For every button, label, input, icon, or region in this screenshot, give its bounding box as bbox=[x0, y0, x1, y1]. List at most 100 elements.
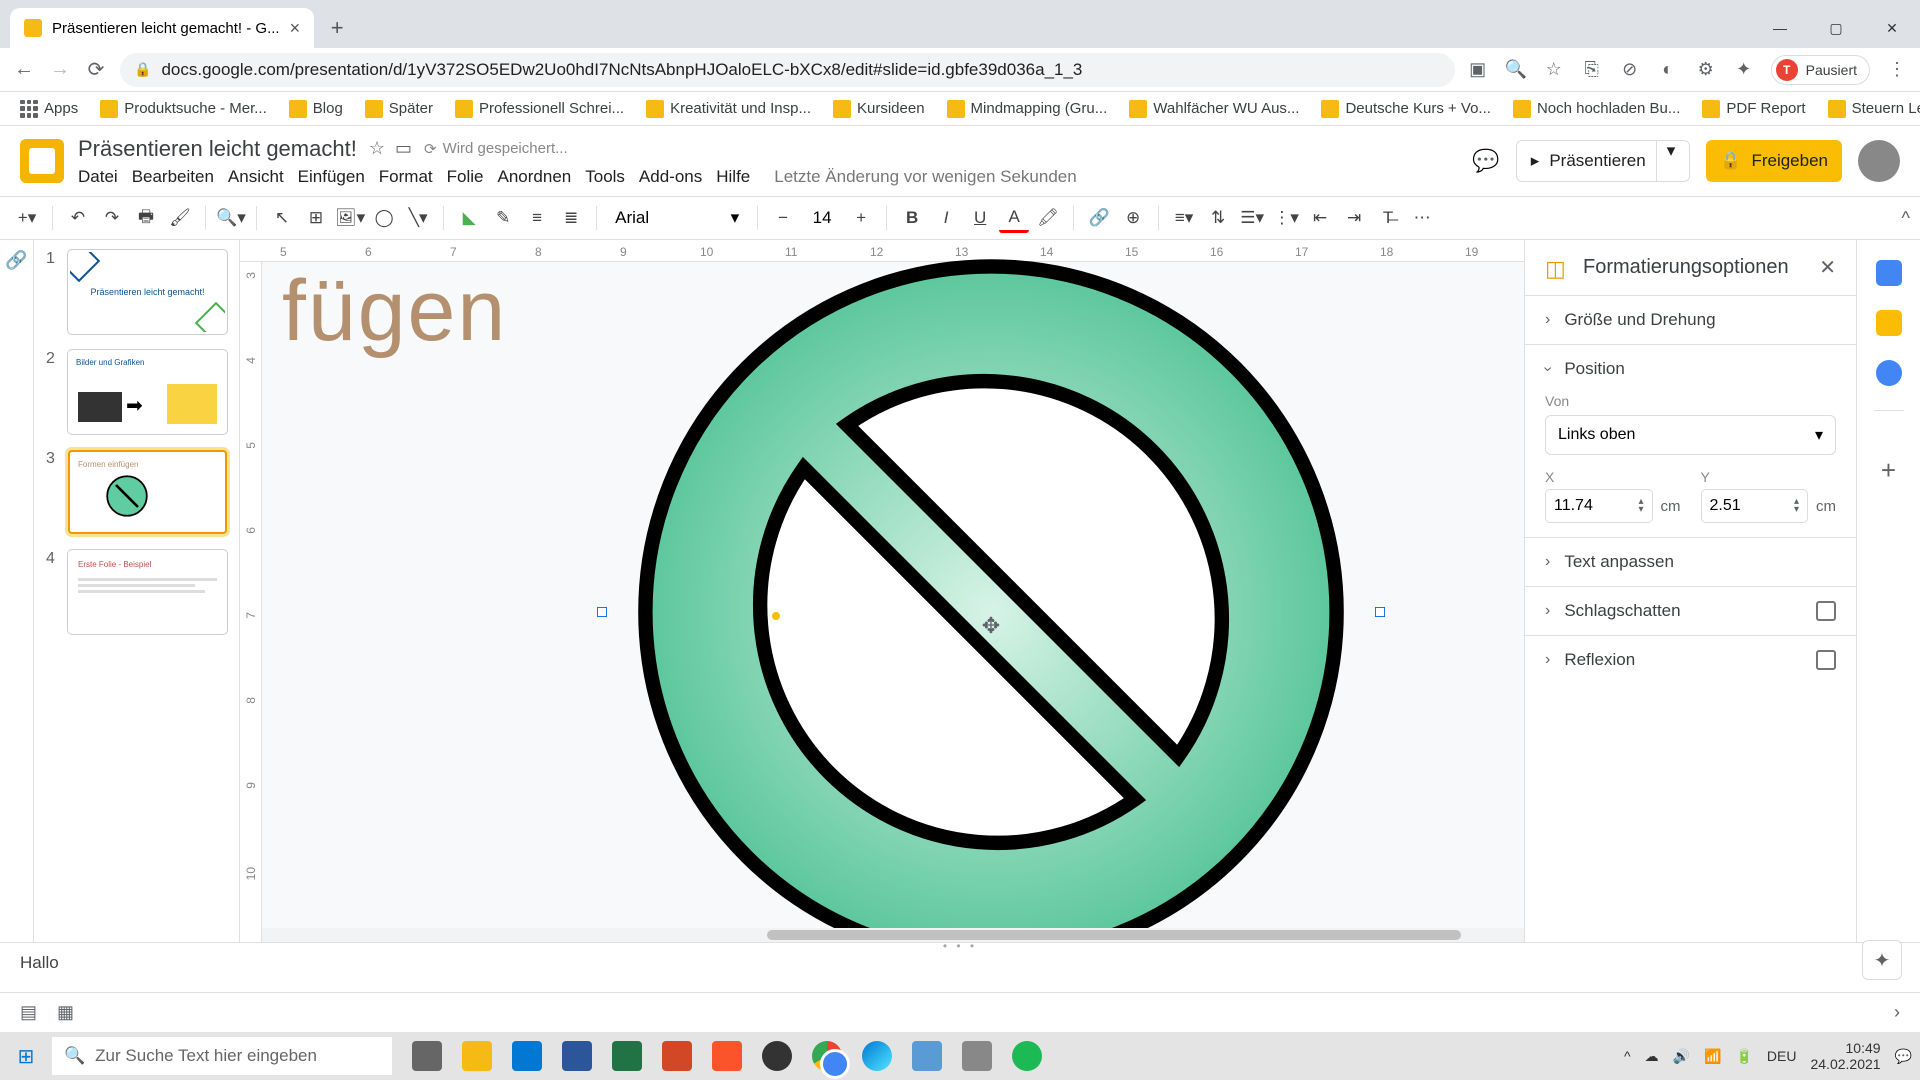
menu-addons[interactable]: Add-ons bbox=[639, 167, 702, 187]
kebab-icon[interactable]: ⋮ bbox=[1886, 59, 1908, 81]
menu-insert[interactable]: Einfügen bbox=[298, 167, 365, 187]
filmstrip-view-icon[interactable]: ▤ bbox=[20, 1002, 37, 1023]
word-icon[interactable] bbox=[552, 1032, 602, 1080]
profile-chip[interactable]: T Pausiert bbox=[1771, 55, 1870, 85]
border-weight-button[interactable]: ≡ bbox=[522, 203, 552, 233]
y-input[interactable]: 2.51▴▾ bbox=[1701, 489, 1809, 523]
excel-icon[interactable] bbox=[602, 1032, 652, 1080]
line-tool[interactable]: ╲▾ bbox=[403, 203, 433, 233]
block-icon[interactable]: ⊘ bbox=[1619, 59, 1641, 81]
numbered-list-button[interactable]: ☰▾ bbox=[1237, 203, 1267, 233]
more-button[interactable]: ⋯ bbox=[1407, 203, 1437, 233]
bookmark-item[interactable]: Blog bbox=[281, 96, 351, 122]
slide-thumb-4[interactable]: Erste Folie - Beispiel bbox=[68, 550, 227, 634]
bold-button[interactable]: B bbox=[897, 203, 927, 233]
resize-handle-left[interactable] bbox=[597, 607, 607, 617]
bookmark-item[interactable]: PDF Report bbox=[1694, 96, 1813, 122]
menu-help[interactable]: Hilfe bbox=[716, 167, 750, 187]
grid-view-icon[interactable]: ▦ bbox=[57, 1002, 74, 1023]
size-rotation-section[interactable]: ›Größe und Drehung bbox=[1525, 296, 1856, 345]
last-edit[interactable]: Letzte Änderung vor wenigen Sekunden bbox=[774, 167, 1076, 187]
shadow-checkbox[interactable] bbox=[1816, 601, 1836, 621]
bookmark-item[interactable]: Steuern Lesen !!!! bbox=[1820, 96, 1920, 122]
comment-button[interactable]: ⊕ bbox=[1118, 203, 1148, 233]
extensions-icon[interactable]: ✦ bbox=[1733, 59, 1755, 81]
menu-arrange[interactable]: Anordnen bbox=[498, 167, 572, 187]
notes-text[interactable]: Hallo bbox=[20, 953, 59, 972]
notifications-icon[interactable]: 💬 bbox=[1895, 1048, 1912, 1065]
clear-format-button[interactable]: T̶ bbox=[1373, 203, 1403, 233]
textbox-tool[interactable]: ⊞ bbox=[301, 203, 331, 233]
bookmark-item[interactable]: Produktsuche - Mer... bbox=[92, 96, 275, 122]
apps-bookmark[interactable]: Apps bbox=[12, 96, 86, 122]
menu-file[interactable]: Datei bbox=[78, 167, 118, 187]
indent-decrease-button[interactable]: ⇤ bbox=[1305, 203, 1335, 233]
star-doc-icon[interactable]: ☆ bbox=[369, 138, 385, 159]
maximize-icon[interactable]: ▢ bbox=[1808, 8, 1864, 48]
slide-thumb-1[interactable]: Präsentieren leicht gemacht! bbox=[68, 250, 227, 334]
language-indicator[interactable]: DEU bbox=[1767, 1048, 1797, 1064]
bookmark-item[interactable]: Deutsche Kurs + Vo... bbox=[1313, 96, 1499, 122]
link-button[interactable]: 🔗 bbox=[1084, 203, 1114, 233]
slide-title-text[interactable]: fügen bbox=[282, 262, 507, 361]
powerpoint-icon[interactable] bbox=[652, 1032, 702, 1080]
fill-color-button[interactable]: ◣ bbox=[454, 203, 484, 233]
zoom-button[interactable]: 🔍▾ bbox=[216, 203, 246, 233]
menu-edit[interactable]: Bearbeiten bbox=[132, 167, 214, 187]
notepad-icon[interactable] bbox=[902, 1032, 952, 1080]
align-button[interactable]: ≡▾ bbox=[1169, 203, 1199, 233]
rotation-handle[interactable] bbox=[772, 612, 780, 620]
clock[interactable]: 10:49 24.02.2021 bbox=[1810, 1040, 1880, 1072]
tab-close-icon[interactable]: × bbox=[290, 18, 301, 39]
zoom-icon[interactable]: 🔍 bbox=[1505, 59, 1527, 81]
star-icon[interactable]: ☆ bbox=[1543, 59, 1565, 81]
print-button[interactable]: 🖶 bbox=[131, 203, 161, 233]
start-button[interactable]: ⊞ bbox=[0, 1032, 52, 1080]
collapse-toolbar-icon[interactable]: ^ bbox=[1902, 208, 1910, 229]
tray-chevron-icon[interactable]: ^ bbox=[1624, 1048, 1631, 1064]
tasks-app-icon[interactable] bbox=[1876, 360, 1902, 386]
bookmark-item[interactable]: Wahlfächer WU Aus... bbox=[1121, 96, 1307, 122]
drop-shadow-section[interactable]: ›Schlagschatten bbox=[1525, 587, 1856, 636]
brave-icon[interactable] bbox=[702, 1032, 752, 1080]
shape-tool[interactable]: ◯ bbox=[369, 203, 399, 233]
highlight-button[interactable]: 🖍 bbox=[1033, 203, 1063, 233]
link-panel-icon[interactable]: 🔗 bbox=[5, 250, 27, 271]
obs-icon[interactable] bbox=[752, 1032, 802, 1080]
read-icon[interactable]: ⎘ bbox=[1581, 59, 1603, 81]
task-view-icon[interactable] bbox=[402, 1032, 452, 1080]
menu-format[interactable]: Format bbox=[379, 167, 433, 187]
close-panel-icon[interactable]: ✕ bbox=[1819, 255, 1836, 280]
edge-icon[interactable] bbox=[852, 1032, 902, 1080]
menu-view[interactable]: Ansicht bbox=[228, 167, 284, 187]
share-button[interactable]: 🔒 Freigeben bbox=[1706, 140, 1842, 182]
reflection-section[interactable]: ›Reflexion bbox=[1525, 636, 1856, 684]
horizontal-scrollbar[interactable] bbox=[262, 928, 1524, 942]
underline-button[interactable]: U bbox=[965, 203, 995, 233]
bookmark-item[interactable]: Kreativität und Insp... bbox=[638, 96, 819, 122]
present-button[interactable]: ▸ Präsentieren ▾ bbox=[1516, 140, 1690, 182]
reload-button[interactable]: ⟳ bbox=[84, 58, 108, 82]
forward-button[interactable]: → bbox=[48, 58, 72, 82]
speaker-notes[interactable]: • • • Hallo ✦ bbox=[0, 942, 1920, 992]
taskbar-search[interactable]: 🔍 Zur Suche Text hier eingeben bbox=[52, 1037, 392, 1075]
explore-button[interactable]: ✦ bbox=[1862, 940, 1902, 980]
cast-icon[interactable]: ▣ bbox=[1467, 59, 1489, 81]
image-tool[interactable]: 🖼▾ bbox=[335, 203, 365, 233]
notes-drag-handle[interactable]: • • • bbox=[943, 939, 977, 953]
incognito-icon[interactable]: ◐ bbox=[1657, 59, 1679, 81]
explorer-icon[interactable] bbox=[452, 1032, 502, 1080]
font-select[interactable]: Arial▾ bbox=[607, 208, 747, 228]
volume-icon[interactable]: 🔊 bbox=[1673, 1048, 1690, 1065]
font-size-increase[interactable]: + bbox=[846, 203, 876, 233]
redo-button[interactable]: ↷ bbox=[97, 203, 127, 233]
bulleted-list-button[interactable]: ⋮▾ bbox=[1271, 203, 1301, 233]
canvas[interactable]: 5678910111213141516171819 345678910 füge… bbox=[240, 240, 1524, 942]
italic-button[interactable]: I bbox=[931, 203, 961, 233]
slides-logo-icon[interactable] bbox=[20, 139, 64, 183]
stepper-icon[interactable]: ▴▾ bbox=[1638, 498, 1643, 514]
add-addon-icon[interactable]: + bbox=[1881, 455, 1896, 486]
doc-title[interactable]: Präsentieren leicht gemacht! bbox=[78, 136, 357, 162]
chevron-down-icon[interactable]: ▾ bbox=[1656, 141, 1676, 181]
bookmark-item[interactable]: Professionell Schrei... bbox=[447, 96, 632, 122]
